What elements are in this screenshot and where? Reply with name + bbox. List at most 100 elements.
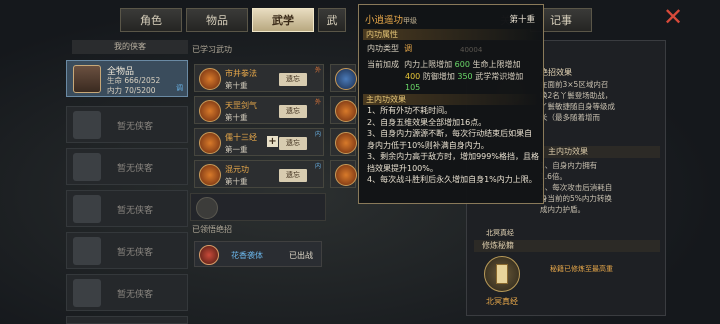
empty-slot-label: 暂无侠客 (117, 206, 154, 216)
ultimate-card[interactable]: 花香袭体 已出战 (194, 241, 322, 267)
flame-skill-icon (199, 164, 221, 186)
sword-skill-icon (199, 100, 221, 122)
right-effect-line: 唤2名丫鬟登场助战， (540, 91, 613, 100)
right-effect-header: 绝招效果 (540, 68, 572, 77)
tooltip-title: 小逍遥功甲级 (365, 15, 418, 26)
hero-slot-empty[interactable]: 暂无侠客 (66, 106, 188, 143)
skill-card[interactable]: 市井拳法 第十重 遗忘 外 (194, 64, 324, 92)
avatar (73, 65, 101, 93)
scroll-skill-icon (199, 132, 221, 154)
tooltip-effect-line: 3、剩余内力高于敌方时，增加999%格挡，且格挡效果提升100%。 (367, 152, 539, 173)
learned-skills-header: 已学习武功 (192, 45, 232, 54)
right-effect-line: 长（最多随着增而 (540, 113, 600, 122)
hero-mp: 内力 70/5200 (107, 86, 156, 95)
skill-level: 第十重 (225, 81, 248, 90)
book-name: 北冥真经 (486, 297, 518, 306)
skill-name: 天罡剑气 (225, 101, 257, 110)
hero-slot-empty[interactable]: 暂无侠客 (66, 274, 188, 311)
secret-book-section: 修炼秘籍 (474, 240, 660, 252)
skill-level: 第十重 (225, 113, 248, 122)
tooltip-effect-section: 主内功效果 (363, 94, 539, 105)
skill-card-partial[interactable] (330, 160, 357, 188)
tooltip-effect-line: 1、所有外功不耗时间。 (367, 106, 453, 115)
ultimate-name: 花香袭体 (231, 251, 263, 260)
skill-icon (335, 132, 357, 154)
book-status: 秘籍已修炼至最高重 (550, 265, 613, 273)
empty-slot-label: 暂无侠客 (117, 290, 154, 300)
avatar (73, 111, 101, 139)
hero-slot-active[interactable]: 全物品 生命 666/2052 内力 70/5200 调 (66, 60, 188, 97)
skill-level: 第十重 (225, 177, 248, 186)
hero-slot-empty[interactable]: 暂无侠客 (66, 148, 188, 185)
forget-button[interactable]: 遗忘 (279, 73, 307, 86)
forget-button[interactable]: 遗忘 (279, 169, 307, 182)
skill-card[interactable]: 混元功 第十重 遗忘 内 (194, 160, 324, 188)
skill-card-partial[interactable] (330, 64, 357, 92)
tooltip-bonus-row: 105 (405, 83, 421, 92)
skill-type-mark: 外 (314, 67, 321, 74)
skill-icon (335, 68, 357, 90)
main-effect-line: 身当前的5%内力转换 (540, 194, 612, 203)
right-effect-line: 在面前3×5区域内召 (540, 80, 609, 89)
tooltip-effect-line: 4、每次战斗胜利后永久增加自身1%内力上限。 (367, 175, 537, 184)
tooltip-effects: 1、所有外功不耗时间。 2、自身五维效果全部增加16点。 3、自身内力源源不断，… (367, 105, 539, 186)
scroll-book-icon (496, 264, 508, 284)
skill-type-mark: 内 (314, 163, 321, 170)
hero-slot-empty[interactable] (66, 316, 188, 324)
avatar (73, 195, 101, 223)
skill-icon (335, 100, 357, 122)
tab-bar: 角色 物品 武学 武 (120, 8, 346, 34)
tab-items[interactable]: 物品 (186, 8, 248, 32)
ultimate-skill-icon (199, 245, 219, 265)
skill-level: 第一重 (225, 145, 248, 154)
skill-type-mark: 外 (314, 99, 321, 106)
skill-type-mark: 内 (314, 131, 321, 138)
skill-card-partial[interactable] (330, 96, 357, 124)
empty-slot-label: 暂无侠客 (117, 248, 154, 258)
main-effect-line: 2、每次攻击后消耗自 (540, 183, 613, 192)
ultimate-header: 已领悟绝招 (192, 225, 232, 234)
avatar (73, 153, 101, 181)
tooltip-effect-line: 3、自身内力源源不断，每次行动结束后如果自身内力低于10%则补满自身内力。 (367, 129, 533, 150)
empty-slot-icon (196, 197, 218, 219)
close-icon[interactable]: ✕ (662, 5, 684, 29)
right-effect-line: 丫鬟敏捷随自身等级成 (540, 102, 615, 111)
hero-slot-empty[interactable]: 暂无侠客 (66, 190, 188, 227)
tab-martial-partial[interactable]: 武 (318, 8, 346, 32)
hero-slot-empty[interactable]: 暂无侠客 (66, 232, 188, 269)
tooltip-bonus-row: 400 防御增加 350 武学常识增加 (405, 72, 524, 81)
skill-name: 市井拳法 (225, 69, 257, 78)
skill-tooltip: 小逍遥功甲级 第十重 内功属性 内功类型 调 当前加成 内力上限增加 600 生… (358, 4, 544, 204)
tab-character[interactable]: 角色 (120, 8, 182, 32)
tooltip-effect-line: 2、自身五维效果全部增加16点。 (367, 117, 487, 127)
main-effect-line: 成内力护盾。 (540, 205, 585, 214)
book-caption: 北冥真经 (486, 229, 514, 237)
main-effect-line: 1.6倍。 (540, 172, 567, 181)
forget-button[interactable]: 遗忘 (279, 105, 307, 118)
skill-name: 混元功 (225, 165, 249, 174)
tooltip-attr-section: 内功属性 (363, 29, 539, 40)
empty-slot-label: 暂无侠客 (117, 122, 154, 132)
main-effect-section: 主内功效果 (540, 146, 660, 158)
faded-id: 40004 (460, 46, 483, 54)
tooltip-grade: 甲级 (403, 17, 418, 25)
tab-martial-arts[interactable]: 武学 (252, 8, 314, 32)
my-heroes-header: 我的侠客 (72, 40, 188, 54)
skill-name: 儒十三经 (225, 133, 257, 142)
skill-card[interactable]: 天罡剑气 第十重 遗忘 外 (194, 96, 324, 124)
fist-skill-icon (199, 68, 221, 90)
skill-icon (335, 164, 357, 186)
hero-type-tag: 调 (176, 84, 183, 92)
forget-button[interactable]: 遗忘 (279, 137, 307, 150)
empty-slot-label: 暂无侠客 (117, 164, 154, 174)
avatar (73, 279, 101, 307)
skill-card-partial[interactable] (330, 128, 357, 156)
skill-card[interactable]: 儒十三经 第一重 遗忘 内 (194, 128, 324, 156)
plus-icon[interactable]: + (267, 136, 278, 147)
main-effect-line: 1、自身内力拥有 (540, 161, 598, 170)
tooltip-level: 第十重 (509, 15, 535, 25)
ultimate-status: 已出战 (289, 251, 313, 260)
avatar (73, 237, 101, 265)
tooltip-type-row: 内功类型 调 (367, 44, 413, 53)
tooltip-bonus-row: 当前加成 内力上限增加 600 生命上限增加 (367, 60, 521, 69)
